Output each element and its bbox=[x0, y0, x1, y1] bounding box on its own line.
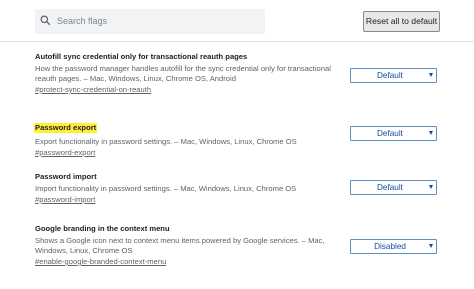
search-box[interactable] bbox=[35, 9, 265, 34]
flag-item-protect-sync-credential-on-reauth: Autofill sync credential only for transa… bbox=[35, 52, 335, 95]
search-icon bbox=[40, 15, 51, 26]
flag-item-password-import: Password import Import functionality in … bbox=[35, 172, 335, 205]
flag-permalink[interactable]: #password-export bbox=[35, 148, 335, 158]
flag-description: How the password manager handles autofil… bbox=[35, 64, 331, 83]
search-input[interactable] bbox=[57, 13, 257, 29]
flag-description: Export functionality in password setting… bbox=[35, 137, 297, 146]
flag-title: Google branding in the context menu bbox=[35, 224, 170, 233]
dropdown-arrow-icon bbox=[429, 244, 433, 248]
flags-header: Reset all to default bbox=[0, 0, 474, 42]
flag-permalink[interactable]: #password-import bbox=[35, 195, 335, 205]
flag-select-value: Default bbox=[377, 129, 403, 138]
flag-title: Password export bbox=[34, 123, 98, 133]
flag-item-password-export: Password export Export functionality in … bbox=[34, 117, 335, 158]
flag-select-value: Disabled bbox=[374, 242, 406, 251]
flag-select-password-import[interactable]: Default bbox=[350, 180, 437, 195]
flag-item-enable-google-branded-context-menu: Google branding in the context menu Show… bbox=[35, 224, 335, 267]
reset-all-button[interactable]: Reset all to default bbox=[363, 11, 440, 32]
flag-permalink[interactable]: #enable-google-branded-context-menu bbox=[35, 257, 335, 267]
flag-select-password-export[interactable]: Default bbox=[350, 126, 437, 141]
flag-select-value: Default bbox=[377, 183, 403, 192]
flag-title: Password import bbox=[35, 172, 97, 181]
flag-description: Shows a Google icon next to context menu… bbox=[35, 236, 325, 255]
flag-select-protect-sync-credential-on-reauth[interactable]: Default bbox=[350, 68, 437, 83]
flag-select-value: Default bbox=[377, 71, 403, 80]
flag-description: Import functionality in password setting… bbox=[35, 184, 297, 193]
dropdown-arrow-icon bbox=[429, 131, 433, 135]
flag-permalink[interactable]: #protect-sync-credential-on-reauth bbox=[35, 85, 335, 95]
dropdown-arrow-icon bbox=[429, 185, 433, 189]
flag-select-enable-google-branded-context-menu[interactable]: Disabled bbox=[350, 239, 437, 254]
flag-title: Autofill sync credential only for transa… bbox=[35, 52, 248, 61]
dropdown-arrow-icon bbox=[429, 73, 433, 77]
